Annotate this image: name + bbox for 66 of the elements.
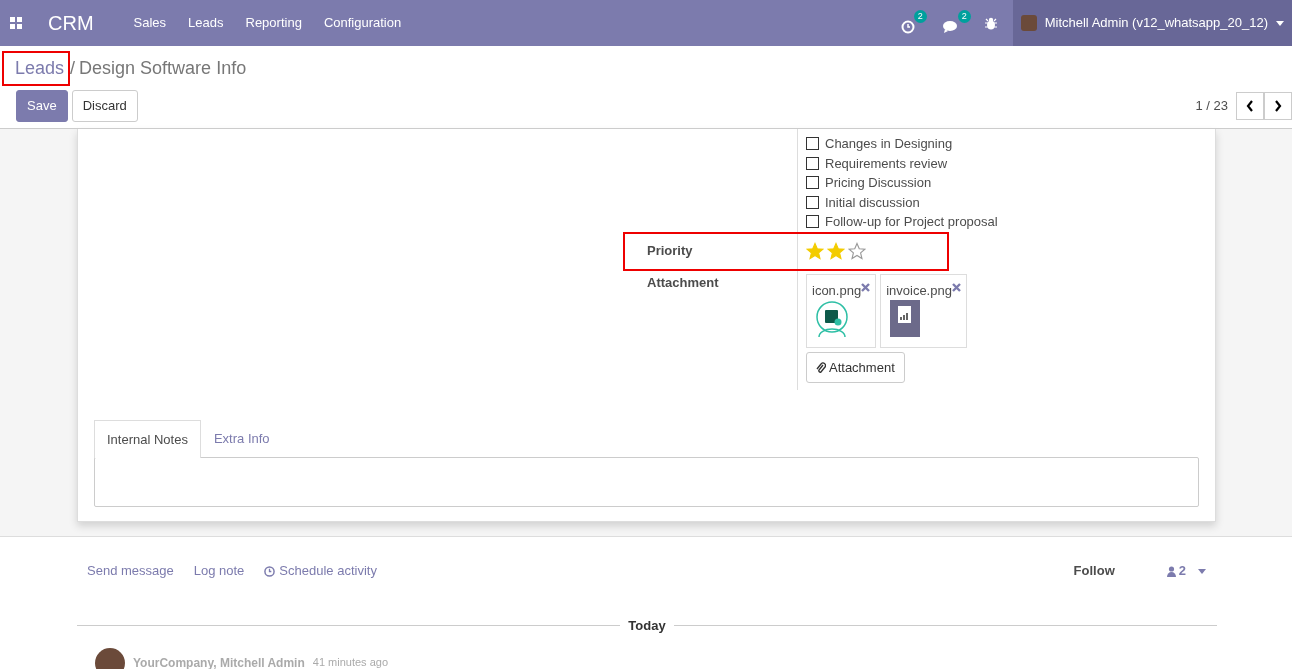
file-name: invoice.png	[886, 281, 952, 300]
activity-button[interactable]: 2	[900, 10, 927, 36]
breadcrumb-separator: /	[70, 56, 76, 80]
chatter-link[interactable]: Schedule activity	[264, 561, 377, 581]
messages-button[interactable]: 2	[942, 10, 971, 36]
message-count: 2	[957, 10, 971, 24]
clock-icon	[264, 565, 276, 577]
menu-item[interactable]: Sales	[133, 13, 167, 33]
breadcrumb-link[interactable]: Leads	[4, 52, 69, 84]
menu-item[interactable]: Reporting	[245, 13, 302, 33]
save-button[interactable]: Save	[16, 90, 68, 122]
checkbox[interactable]	[806, 156, 819, 170]
chatter-link[interactable]: Log note	[193, 561, 245, 581]
tab[interactable]: Extra Info	[200, 420, 283, 457]
file-name: icon.png	[812, 281, 862, 300]
record-title: Design Software Info	[79, 56, 247, 80]
menu-item[interactable]: Leads	[188, 13, 224, 33]
paperclip-icon	[816, 362, 826, 375]
caret-icon	[1276, 20, 1284, 26]
discard-button[interactable]: Discard	[71, 90, 138, 122]
avatar-icon	[1020, 15, 1037, 31]
pager-value: 1 / 23	[1195, 97, 1228, 115]
person-icon	[1166, 565, 1176, 577]
chat-icon	[942, 19, 959, 34]
attachment-card[interactable]: icon.png	[806, 273, 877, 348]
attachment-button[interactable]: Attachment	[806, 351, 905, 383]
checkbox-label: Requirements review	[825, 154, 948, 173]
checkbox[interactable]	[806, 137, 819, 151]
field-label: Priority	[646, 242, 694, 261]
checkbox-label: Pricing Discussion	[825, 174, 932, 192]
close-icon[interactable]	[951, 282, 961, 292]
date-separator: Today	[627, 617, 667, 635]
apps-menu-icon[interactable]	[10, 17, 22, 29]
checkbox[interactable]	[806, 215, 819, 229]
star-icon[interactable]	[827, 242, 845, 260]
star-icon[interactable]	[806, 242, 824, 260]
notes-field[interactable]	[94, 456, 1199, 507]
chevron-right-icon	[1274, 99, 1282, 112]
tab[interactable]: Internal Notes	[94, 420, 201, 458]
bug-icon[interactable]	[984, 16, 997, 30]
previous-button[interactable]	[1236, 91, 1264, 120]
app-name[interactable]: CRM	[48, 8, 94, 38]
chatter-link[interactable]: Send message	[87, 561, 174, 581]
checkbox-label: Follow-up for Project proposal	[825, 213, 998, 231]
priority-stars[interactable]	[806, 242, 869, 260]
document-icon	[890, 300, 921, 337]
attachment-card[interactable]: invoice.png	[880, 273, 967, 348]
clock-icon	[900, 19, 915, 34]
follow-button[interactable]: Follow	[1067, 560, 1121, 582]
activity-count: 2	[913, 10, 927, 24]
message-author: YourCompany, Mitchell Admin	[133, 654, 305, 669]
message-time: 41 minutes ago	[312, 655, 388, 669]
close-icon[interactable]	[861, 282, 871, 292]
next-button[interactable]	[1264, 91, 1292, 120]
chevron-left-icon	[1246, 99, 1254, 112]
checkbox-label: Changes in Designing	[825, 135, 953, 153]
user-menu[interactable]: Mitchell Admin (v12_whatsapp_20_12)	[1012, 0, 1292, 46]
checkbox[interactable]	[806, 195, 819, 209]
followers-button[interactable]: 2	[1160, 560, 1212, 582]
star-icon[interactable]	[848, 242, 866, 260]
avatar-icon	[95, 647, 125, 669]
caret-icon	[1198, 568, 1206, 574]
checkbox-label: Initial discussion	[825, 193, 920, 212]
field-label: Attachment	[646, 273, 720, 292]
checkbox[interactable]	[806, 176, 819, 190]
menu-item[interactable]: Configuration	[323, 13, 402, 33]
